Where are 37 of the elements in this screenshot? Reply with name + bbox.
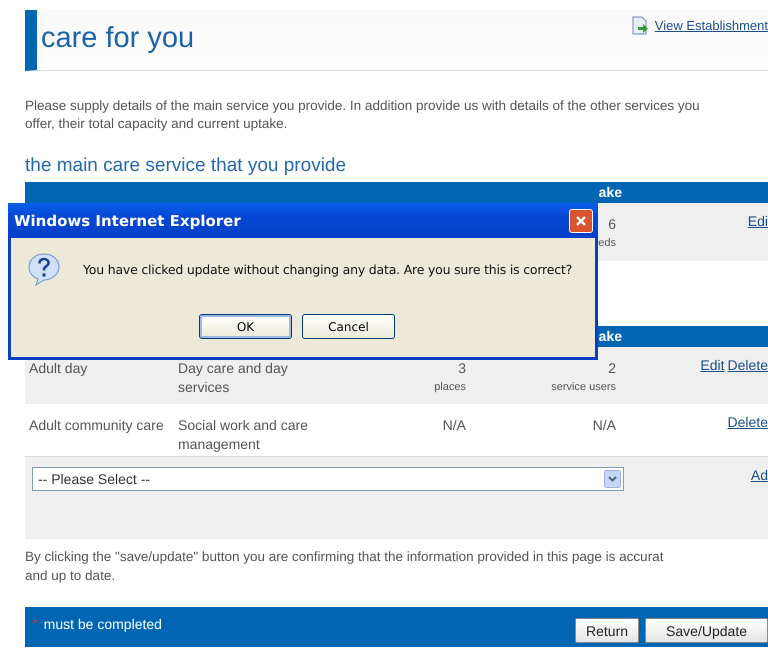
close-button[interactable] <box>569 208 593 232</box>
column-header: ake <box>598 327 622 346</box>
service-select[interactable]: -- Please Select -- <box>32 467 624 491</box>
uptake-text: N/A <box>592 416 616 435</box>
column-header: ake <box>598 183 622 202</box>
row-action-link[interactable]: Edi <box>748 213 768 229</box>
row-action-link[interactable]: Delete <box>728 357 768 373</box>
uptake-unit-text: eds <box>598 236 616 251</box>
ok-button[interactable]: OK <box>199 314 292 339</box>
service-type-text: Adult day <box>29 359 88 378</box>
capacity-text: N/A <box>442 416 466 435</box>
document-arrow-icon <box>630 16 649 35</box>
uptake-text: 2 <box>608 359 616 378</box>
required-note: must be completed <box>44 616 162 632</box>
cancel-button[interactable]: Cancel <box>302 314 395 339</box>
dialog-title: Windows Internet Explorer <box>14 212 241 230</box>
close-icon <box>575 214 587 226</box>
row-action-link[interactable]: Delete <box>728 414 768 430</box>
service-name-text: Social work and care management <box>178 416 309 454</box>
section-heading: the main care service that you provide <box>25 155 348 177</box>
edit-link[interactable]: Edit <box>700 357 725 373</box>
required-mark: * <box>33 616 38 632</box>
page-title: care for you <box>40 21 194 55</box>
view-establishment-link[interactable]: View Establishment <box>630 16 768 35</box>
service-type-text: Adult community care <box>29 416 164 435</box>
save-update-button[interactable]: Save/Update <box>645 618 768 643</box>
uptake-text: 6 <box>608 215 616 234</box>
dialog-message: You have clicked update without changing any data. Are you sure this is correct? <box>83 262 572 276</box>
capacity-text: 3 <box>458 359 466 378</box>
capacity-unit-text: places <box>434 380 466 395</box>
add-link[interactable]: Ad <box>750 467 768 483</box>
confirmation-text: By clicking the "save/update" button you are confirming that the information provided in this page is accurat and up to date. <box>25 548 664 585</box>
return-button[interactable]: Return <box>575 618 640 643</box>
question-icon <box>27 252 61 286</box>
service-name-text: Day care and day services <box>178 359 289 397</box>
intro-text: Please supply details of the main service you provide. In addition provide us with details of the other services you offer, their total capacity and current uptake. <box>25 97 701 133</box>
uptake-unit-text: service users <box>551 380 616 395</box>
